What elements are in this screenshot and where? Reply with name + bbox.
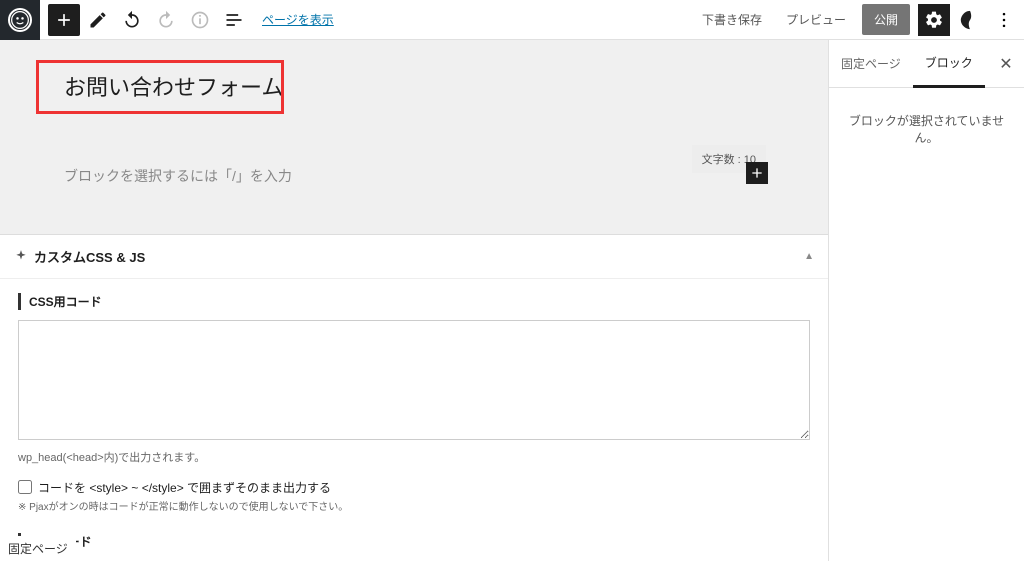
editor-canvas: お問い合わせフォーム 文字数 : 10 ブロックを選択するには「/」を入力 カス… — [0, 40, 828, 561]
css-raw-output-row: コードを <style> ~ </style> で囲まずそのまま出力する — [18, 479, 810, 496]
edit-mode-button[interactable] — [82, 4, 114, 36]
brush-icon — [14, 249, 28, 263]
css-code-label: CSS用コード — [18, 293, 810, 310]
toolbar-right: 下書き保存 プレビュー 公開 — [694, 4, 1024, 36]
js-code-label: JS用コード — [18, 533, 810, 550]
more-menu-button[interactable] — [990, 4, 1018, 36]
sidebar-tabs: 固定ページ ブロック ✕ — [829, 40, 1024, 88]
outline-button[interactable] — [218, 4, 250, 36]
css-raw-output-label: コードを <style> ~ </style> で囲まずそのまま出力する — [38, 479, 331, 496]
page-title-area: お問い合わせフォーム — [64, 70, 764, 103]
jetpack-icon[interactable] — [958, 8, 982, 32]
monkey-icon — [10, 10, 30, 30]
toolbar-left — [48, 4, 250, 36]
redo-button[interactable] — [150, 4, 182, 36]
view-page-link[interactable]: ページを表示 — [262, 11, 334, 28]
block-placeholder[interactable]: ブロックを選択するには「/」を入力 — [64, 158, 764, 194]
site-logo[interactable] — [0, 0, 40, 40]
settings-button[interactable] — [918, 4, 950, 36]
css-help-text: wp_head(<head>内)で出力されます。 — [18, 449, 810, 465]
css-pjax-note: ※ Pjaxがオンの時はコードが正常に動作しないので使用しないで下さい。 — [18, 498, 810, 513]
add-block-button[interactable] — [48, 4, 80, 36]
breadcrumb[interactable]: 固定ページ — [0, 536, 76, 561]
sidebar-close-button[interactable]: ✕ — [988, 40, 1024, 87]
tab-block[interactable]: ブロック — [913, 40, 985, 88]
metabox-title: カスタムCSS & JS — [34, 247, 145, 266]
block-placeholder-text: ブロックを選択するには「/」を入力 — [64, 168, 292, 184]
metabox-header[interactable]: カスタムCSS & JS ▲ — [0, 235, 828, 279]
save-draft-button[interactable]: 下書き保存 — [694, 5, 770, 34]
metabox-body: CSS用コード wp_head(<head>内)で出力されます。 コードを <s… — [0, 279, 828, 561]
custom-css-js-metabox: カスタムCSS & JS ▲ CSS用コード wp_head(<head>内)で… — [0, 234, 828, 561]
publish-button[interactable]: 公開 — [862, 4, 910, 35]
preview-button[interactable]: プレビュー — [778, 5, 854, 34]
undo-button[interactable] — [116, 4, 148, 36]
css-code-textarea[interactable] — [18, 320, 810, 440]
metabox-collapse-icon[interactable]: ▲ — [804, 251, 814, 262]
editor-topbar: ページを表示 下書き保存 プレビュー 公開 — [0, 0, 1024, 40]
page-title-input[interactable]: お問い合わせフォーム — [64, 75, 283, 100]
inline-add-block-button[interactable] — [746, 162, 768, 184]
settings-sidebar: 固定ページ ブロック ✕ ブロックが選択されていません。 — [828, 40, 1024, 561]
workspace: お問い合わせフォーム 文字数 : 10 ブロックを選択するには「/」を入力 カス… — [0, 40, 1024, 561]
no-block-selected-message: ブロックが選択されていません。 — [829, 88, 1024, 170]
css-raw-output-checkbox[interactable] — [18, 480, 32, 494]
tab-page[interactable]: 固定ページ — [829, 40, 913, 87]
info-button[interactable] — [184, 4, 216, 36]
